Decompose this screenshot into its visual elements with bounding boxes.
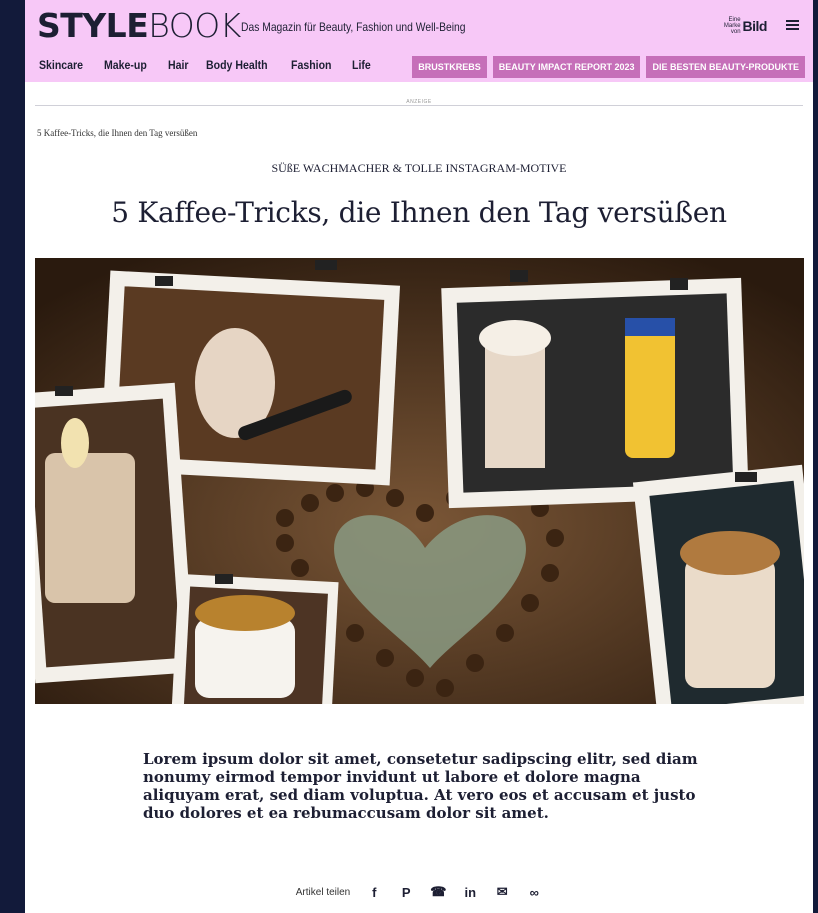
site-logo[interactable]: STYLEBOOK xyxy=(37,6,241,46)
coffee-collage-image xyxy=(35,258,804,704)
nav-item-skincare[interactable]: Skincare xyxy=(39,58,83,72)
brand-badge[interactable]: Eine Marke von Bild xyxy=(721,17,768,35)
site-tagline: Das Magazin für Beauty, Fashion und Well… xyxy=(241,20,466,34)
share-label: Artikel teilen xyxy=(295,886,351,898)
article-title: 5 Kaffee-Tricks, die Ihnen den Tag versü… xyxy=(111,196,727,229)
article-lead: Lorem ipsum dolor sit amet, consetetur s… xyxy=(143,750,698,822)
topic-pills: BRUSTKREBS BEAUTY IMPACT REPORT 2023 DIE… xyxy=(412,56,805,78)
pill-beste-beauty-produkte[interactable]: DIE BESTEN BEAUTY-PRODUKTE xyxy=(646,56,805,78)
brand-badge-word: Bild xyxy=(742,18,768,34)
whatsapp-icon[interactable]: ☎ xyxy=(430,884,446,900)
article-kicker: SÜßE WACHMACHER & TOLLE INSTAGRAM-MOTIVE xyxy=(271,161,567,175)
ad-divider xyxy=(35,105,803,106)
main-nav: Skincare Make-up Hair Body Health Fashio… xyxy=(39,58,373,72)
pill-beauty-impact-report[interactable]: BEAUTY IMPACT REPORT 2023 xyxy=(492,56,641,78)
nav-item-life[interactable]: Life xyxy=(352,58,371,72)
hamburger-menu-icon[interactable] xyxy=(786,20,799,30)
nav-item-fashion[interactable]: Fashion xyxy=(291,58,331,72)
page: STYLEBOOK Das Magazin für Beauty, Fashio… xyxy=(25,0,813,913)
linkedin-icon[interactable]: in xyxy=(462,885,478,900)
share-bar: Artikel teilen f P ☎ in ✉ ∞ xyxy=(25,884,813,900)
pinterest-icon[interactable]: P xyxy=(398,885,414,900)
header-bar: STYLEBOOK Das Magazin für Beauty, Fashio… xyxy=(25,0,813,82)
nav-item-body-health[interactable]: Body Health xyxy=(206,58,268,72)
email-icon[interactable]: ✉ xyxy=(494,884,510,900)
brand-badge-small: Eine Marke von xyxy=(723,17,741,35)
link-icon[interactable]: ∞ xyxy=(526,885,542,900)
nav-item-hair[interactable]: Hair xyxy=(168,58,189,72)
breadcrumb[interactable]: 5 Kaffee-Tricks, die Ihnen den Tag versü… xyxy=(37,128,197,138)
facebook-icon[interactable]: f xyxy=(366,885,382,900)
hero-image xyxy=(35,258,804,704)
pill-brustkrebs[interactable]: BRUSTKREBS xyxy=(412,56,487,78)
nav-item-makeup[interactable]: Make-up xyxy=(104,58,147,72)
